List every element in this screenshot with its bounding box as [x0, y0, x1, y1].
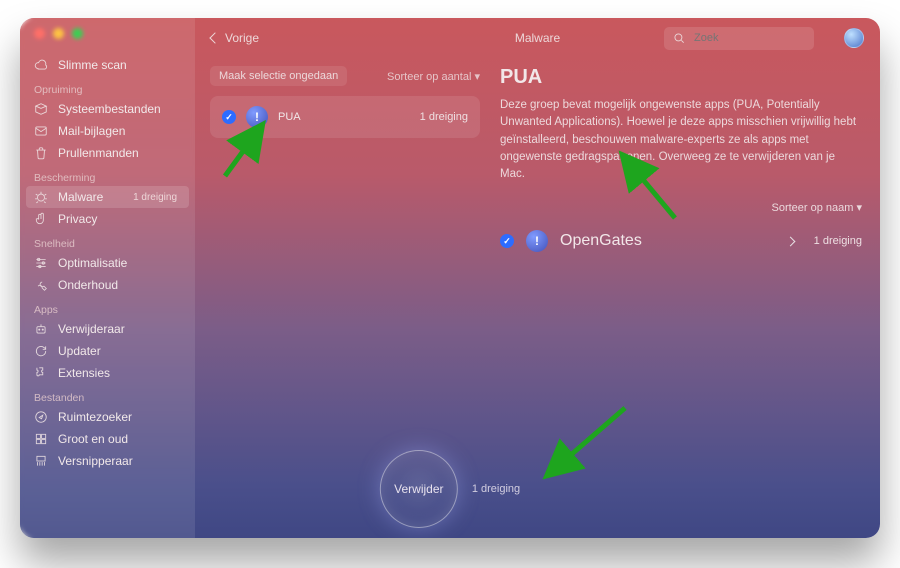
sidebar-item-maintenance[interactable]: Onderhoud — [20, 274, 195, 296]
sidebar-item-label: Extensies — [58, 366, 110, 380]
back-label: Vorige — [225, 31, 259, 45]
details-title: PUA — [500, 66, 862, 89]
sidebar-item-system-files[interactable]: Systeembestanden — [20, 98, 195, 120]
sidebar-item-trash[interactable]: Prullenmanden — [20, 142, 195, 164]
primary-action: Verwijder 1 dreiging — [380, 450, 520, 528]
sidebar-item-privacy[interactable]: Privacy — [20, 208, 195, 230]
threat-group-count: 1 dreiging — [420, 111, 468, 123]
sliders-icon — [34, 256, 48, 270]
search-input[interactable] — [694, 32, 806, 44]
threat-item-count: 1 dreiging — [814, 235, 862, 247]
sidebar-item-label: Versnipperaar — [58, 454, 133, 468]
sidebar-item-label: Optimalisatie — [58, 256, 127, 270]
sort-items-button[interactable]: Sorteer op naam ▾ — [771, 201, 862, 214]
groups-column: Maak selectie ongedaan Sorteer op aantal… — [210, 66, 480, 138]
breadcrumb: Malware — [515, 31, 560, 45]
chevron-right-icon — [785, 236, 795, 246]
threat-item-icon: ! — [526, 230, 548, 252]
sidebar-item-optimization[interactable]: Optimalisatie — [20, 252, 195, 274]
sidebar-badge: 1 dreiging — [133, 192, 177, 203]
sidebar-item-extensions[interactable]: Extensies — [20, 362, 195, 384]
search-icon — [672, 31, 686, 45]
sidebar-item-large-old[interactable]: Groot en oud — [20, 428, 195, 450]
sidebar-item-label: Slimme scan — [58, 58, 127, 72]
sidebar-item-label: Ruimtezoeker — [58, 410, 132, 424]
trash-icon — [34, 146, 48, 160]
sidebar-section-title: Bescherming — [20, 164, 195, 186]
sidebar-item-updater[interactable]: Updater — [20, 340, 195, 362]
compass-icon — [34, 410, 48, 424]
hand-icon — [34, 212, 48, 226]
sidebar-item-label: Mail-bijlagen — [58, 124, 125, 138]
search-box[interactable] — [664, 27, 814, 50]
wrench-icon — [34, 278, 48, 292]
checkbox-checked-icon[interactable] — [500, 234, 514, 248]
sidebar-item-label: Updater — [58, 344, 101, 358]
bug-icon — [34, 190, 48, 204]
sidebar-section-title: Bestanden — [20, 384, 195, 406]
chevron-left-icon — [209, 32, 220, 43]
sidebar-item-space[interactable]: Ruimtezoeker — [20, 406, 195, 428]
pua-group-icon: ! — [246, 106, 268, 128]
sidebar-item-mail[interactable]: Mail-bijlagen — [20, 120, 195, 142]
threat-item-row[interactable]: ! OpenGates 1 dreiging — [500, 224, 862, 258]
details-panel: PUA Deze groep bevat mogelijk ongewenste… — [500, 66, 862, 258]
grid-icon — [34, 432, 48, 446]
sidebar-item-shredder[interactable]: Versnipperaar — [20, 450, 195, 472]
sidebar-item-smart-scan[interactable]: Slimme scan — [20, 54, 195, 76]
mail-icon — [34, 124, 48, 138]
sidebar-section-title: Apps — [20, 296, 195, 318]
shred-icon — [34, 454, 48, 468]
remove-subtext: 1 dreiging — [472, 483, 520, 495]
back-button[interactable]: Vorige — [211, 31, 259, 45]
robot-icon — [34, 322, 48, 336]
box-icon — [34, 102, 48, 116]
remove-button[interactable]: Verwijder — [380, 450, 458, 528]
sidebar-item-uninstaller[interactable]: Verwijderaar — [20, 318, 195, 340]
topbar: Vorige Malware — [195, 18, 880, 58]
threat-group-row[interactable]: ! PUA 1 dreiging — [210, 96, 480, 138]
refresh-icon — [34, 344, 48, 358]
sidebar: Slimme scan Opruiming Systeembestanden M… — [20, 18, 195, 538]
sidebar-item-label: Prullenmanden — [58, 146, 139, 160]
account-avatar[interactable] — [844, 28, 864, 48]
sidebar-section-title: Opruiming — [20, 76, 195, 98]
sidebar-item-label: Groot en oud — [58, 432, 128, 446]
sidebar-section-title: Snelheid — [20, 230, 195, 252]
checkbox-checked-icon[interactable] — [222, 110, 236, 124]
sidebar-item-label: Systeembestanden — [58, 102, 161, 116]
annotation-arrow-icon — [530, 398, 640, 493]
sort-groups-button[interactable]: Sorteer op aantal ▾ — [387, 70, 480, 83]
sidebar-item-label: Malware — [58, 190, 103, 204]
remove-button-label: Verwijder — [394, 482, 443, 496]
sidebar-item-label: Onderhoud — [58, 278, 118, 292]
sidebar-item-label: Privacy — [58, 212, 97, 226]
undo-selection-button[interactable]: Maak selectie ongedaan — [210, 66, 347, 86]
puzzle-icon — [34, 366, 48, 380]
details-description: Deze groep bevat mogelijk ongewenste app… — [500, 97, 862, 183]
sidebar-item-malware[interactable]: Malware 1 dreiging — [26, 186, 189, 208]
sidebar-item-label: Verwijderaar — [58, 322, 125, 336]
threat-item-name: OpenGates — [560, 232, 642, 250]
threat-group-name: PUA — [278, 111, 301, 123]
cloud-icon — [34, 58, 48, 72]
app-window: Slimme scan Opruiming Systeembestanden M… — [20, 18, 880, 538]
